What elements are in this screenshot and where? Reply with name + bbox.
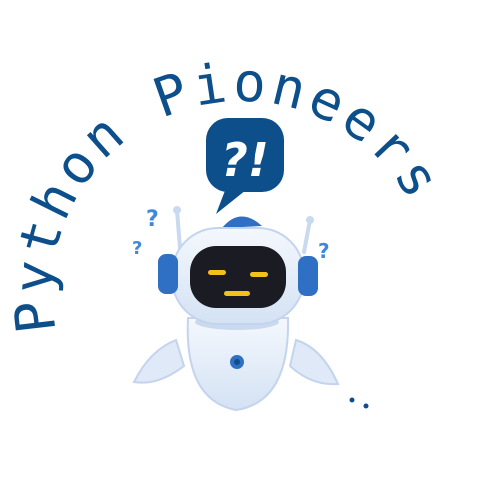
question-mark-right: ? [318,239,330,263]
question-mark-left-bottom: ? [132,238,142,259]
bubble-text: ?! [221,133,269,187]
robot-icon [132,206,340,412]
question-mark-left-top: ? [146,207,159,232]
logo-canvas: Python Pioneers ?! ? ? ? [0,0,500,500]
trailing-dots [349,397,369,409]
speech-bubble-icon: ?! [206,118,284,214]
python-pioneers-logo: Python Pioneers ?! ? ? ? [1,50,451,412]
